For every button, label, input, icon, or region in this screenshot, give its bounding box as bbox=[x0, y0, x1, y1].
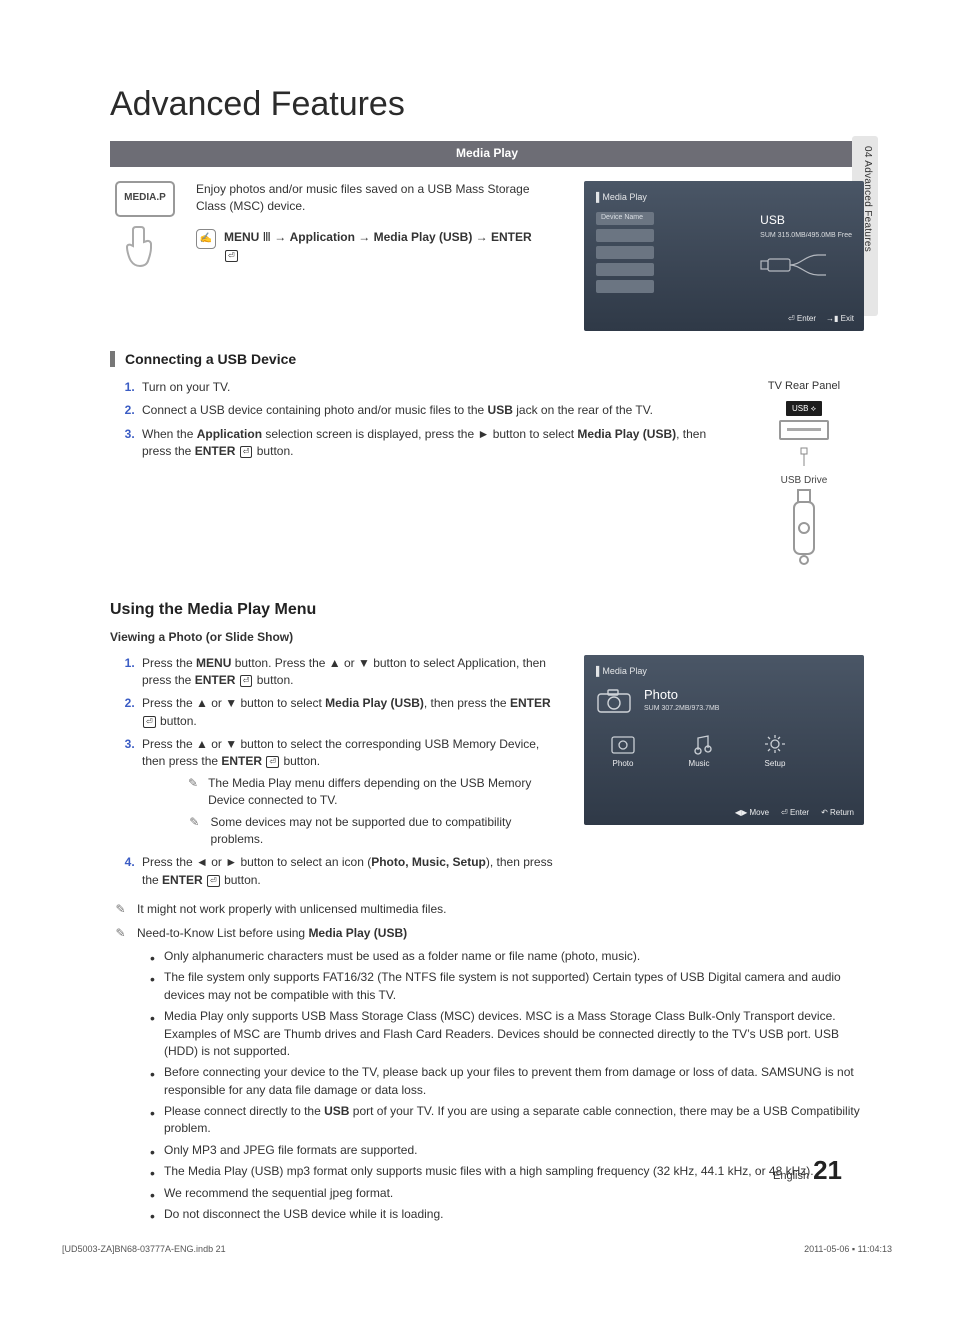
tv1-footer-enter: ⏎ Enter bbox=[788, 313, 816, 325]
intro-text: Enjoy photos and/or music files saved on… bbox=[196, 181, 548, 216]
view-step: Press the ▲ or ▼ button to select Media … bbox=[138, 695, 554, 730]
tv1-footer-exit: →▮ Exit bbox=[826, 313, 854, 325]
doc-footer-left: [UD5003-ZA]BN68-03777A-ENG.indb 21 bbox=[62, 1243, 226, 1256]
usb-port-label: USB ⟡ bbox=[786, 401, 822, 416]
view-step: Press the ◄ or ► button to select an ico… bbox=[138, 854, 554, 889]
tv2-icon-setup: Setup bbox=[762, 733, 788, 770]
ntk-item: Before connecting your device to the TV,… bbox=[150, 1064, 864, 1099]
intro-block: MEDIA.P Enjoy photos and/or music files … bbox=[110, 181, 556, 331]
note-unlicensed: It might not work properly with unlicens… bbox=[137, 901, 446, 918]
usb-stick-icon bbox=[786, 488, 822, 568]
tv1-device-item bbox=[596, 280, 654, 293]
note-needtoknow-head: Need-to-Know List before using Media Pla… bbox=[137, 925, 407, 942]
note-icon: ✎ bbox=[188, 775, 198, 810]
tv1-device-item bbox=[596, 212, 654, 225]
view-step: Press the MENU button. Press the ▲ or ▼ … bbox=[138, 655, 554, 690]
tv2-title: ▌Media Play bbox=[596, 665, 852, 678]
rear-panel-diagram: TV Rear Panel USB ⟡ USB Drive bbox=[744, 379, 864, 574]
connecting-steps: Turn on your TV. Connect a USB device co… bbox=[110, 379, 714, 461]
view-step: Press the ▲ or ▼ button to select the co… bbox=[138, 736, 554, 848]
ntk-item: Only MP3 and JPEG file formats are suppo… bbox=[150, 1142, 864, 1159]
tv1-device-item bbox=[596, 263, 654, 276]
note-icon: ✎ bbox=[188, 814, 201, 849]
usb-drive-label: USB Drive bbox=[781, 474, 828, 489]
section-bar-media-play: Media Play bbox=[110, 141, 864, 166]
tv2-footer-enter: ⏎ Enter bbox=[781, 807, 809, 819]
note-icon: ✎ bbox=[114, 925, 127, 942]
mediap-remote-icon: MEDIA.P bbox=[110, 181, 180, 281]
tv1-device-item bbox=[596, 229, 654, 242]
menu-hand-icon: ✍ bbox=[196, 229, 216, 249]
camera-icon bbox=[596, 686, 632, 714]
tv2-icon-music: Music bbox=[686, 733, 712, 770]
section-head-connecting: Connecting a USB Device bbox=[110, 349, 864, 369]
tv1-usb-label: USB bbox=[760, 212, 852, 229]
hand-pointer-icon bbox=[125, 221, 165, 271]
viewing-steps: Press the MENU button. Press the ▲ or ▼ … bbox=[110, 655, 554, 890]
ntk-item: We recommend the sequential jpeg format. bbox=[150, 1185, 864, 1202]
usb-port-icon bbox=[779, 420, 829, 440]
ntk-item: Only alphanumeric characters must be use… bbox=[150, 948, 864, 965]
tv2-footer-return: ↶ Return bbox=[821, 807, 854, 819]
tv1-title: ▌Media Play bbox=[596, 191, 852, 204]
tv1-usb-sub: SUM 315.0MB/495.0MB Free bbox=[760, 231, 852, 241]
ntk-item: Please connect directly to the USB port … bbox=[150, 1103, 864, 1138]
ntk-item: Do not disconnect the USB device while i… bbox=[150, 1206, 864, 1223]
ntk-item: The file system only supports FAT16/32 (… bbox=[150, 969, 864, 1004]
doc-footer-right: 2011-05-06 ▪ 11:04:13 bbox=[804, 1243, 892, 1256]
tv1-device-item bbox=[596, 246, 654, 259]
note-icon: ✎ bbox=[114, 901, 127, 918]
conn-step: When the Application selection screen is… bbox=[138, 426, 714, 461]
page-title: Advanced Features bbox=[110, 80, 864, 129]
ntk-item: The Media Play (USB) mp3 format only sup… bbox=[150, 1163, 864, 1180]
tv2-footer-move: ◀▶ Move bbox=[735, 807, 769, 819]
viewing-photo-head: Viewing a Photo (or Slide Show) bbox=[110, 629, 864, 646]
need-to-know-list: Only alphanumeric characters must be use… bbox=[110, 948, 864, 1223]
usb-plug-icon bbox=[760, 245, 830, 285]
conn-step: Turn on your TV. bbox=[138, 379, 714, 396]
mediap-button-label: MEDIA.P bbox=[115, 181, 175, 217]
tv2-icon-photo: Photo bbox=[610, 733, 636, 770]
conn-step: Connect a USB device containing photo an… bbox=[138, 402, 714, 419]
view-note: The Media Play menu differs depending on… bbox=[208, 775, 554, 810]
page-number: English21 bbox=[773, 1152, 842, 1190]
tv1-device-list bbox=[596, 212, 654, 293]
tv-preview-media-menu: ▌Media Play Photo SUM 307.2MB/973.7MB Ph… bbox=[584, 655, 864, 825]
section-head-using-menu: Using the Media Play Menu bbox=[110, 598, 864, 621]
tv2-photo-label: Photo bbox=[644, 686, 719, 705]
view-note: Some devices may not be supported due to… bbox=[211, 814, 554, 849]
menu-path-text: MENU Ⅲ → Application → Media Play (USB) … bbox=[224, 229, 548, 264]
ntk-item: Media Play only supports USB Mass Storag… bbox=[150, 1008, 864, 1060]
connector-line-icon bbox=[799, 444, 809, 468]
tv2-photo-sub: SUM 307.2MB/973.7MB bbox=[644, 704, 719, 714]
tv-preview-device-select: ▌Media Play USB SUM 315.0MB/495.0MB Free bbox=[584, 181, 864, 331]
rear-panel-label: TV Rear Panel bbox=[744, 379, 864, 395]
